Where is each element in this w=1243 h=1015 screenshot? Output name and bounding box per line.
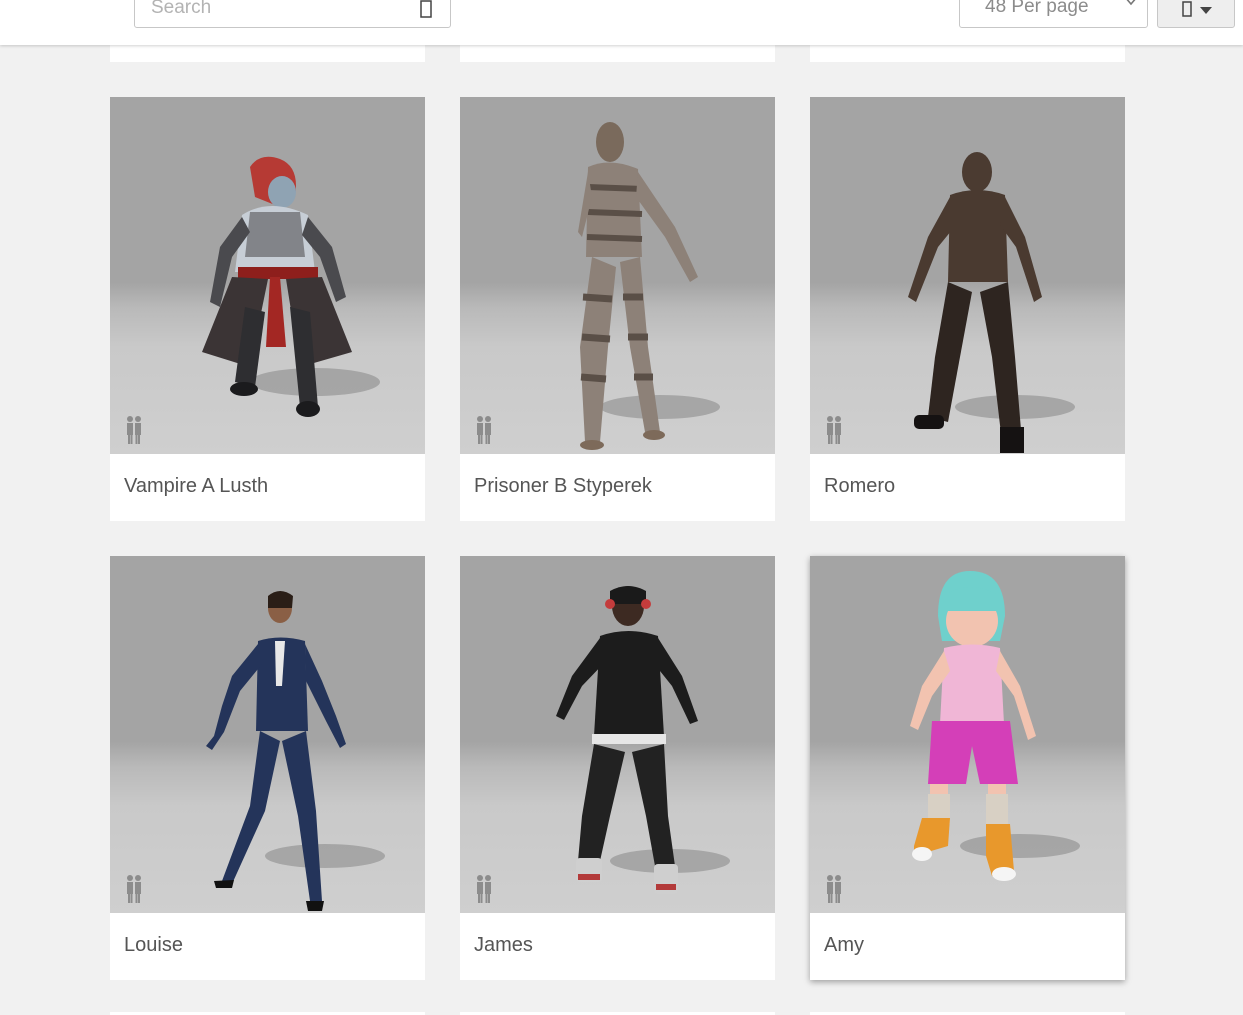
character-model-image [202,156,380,417]
character-card[interactable]: James [460,556,775,980]
top-toolbar: 48 Per page [0,0,1243,45]
search-icon[interactable] [420,0,432,19]
character-card[interactable]: Louise [110,556,425,980]
character-card[interactable]: Vampire A Lusth [110,97,425,521]
character-thumbnail[interactable] [810,97,1125,454]
unisex-figure-icon [477,875,491,903]
grid-view-icon [1182,1,1192,17]
character-thumbnail[interactable] [110,556,425,913]
search-input[interactable] [135,0,411,27]
character-card[interactable]: Prisoner B Styperek [460,97,775,521]
per-page-label: 48 Per page [985,0,1089,17]
character-name[interactable]: Prisoner B Styperek [474,475,652,498]
character-model-image [910,571,1080,881]
unisex-figure-icon [127,416,141,444]
per-page-select[interactable]: 48 Per page [959,0,1148,28]
character-model-image [908,152,1075,453]
character-model-image [578,122,720,450]
character-thumbnail[interactable] [810,556,1125,913]
character-card[interactable]: Amy [810,556,1125,980]
view-mode-button[interactable] [1157,0,1235,28]
character-name[interactable]: James [474,934,533,957]
character-name[interactable]: Vampire A Lusth [124,475,268,498]
character-model-image [556,586,730,894]
unisex-figure-icon [127,875,141,903]
unisex-figure-icon [827,416,841,444]
character-name[interactable]: Romero [824,475,895,498]
search-box[interactable] [134,0,451,28]
character-thumbnail[interactable] [460,97,775,454]
character-thumbnail[interactable] [460,556,775,913]
character-name[interactable]: Amy [824,934,864,957]
caret-down-icon [1200,7,1212,14]
character-model-image [206,591,385,911]
unisex-figure-icon [827,875,841,903]
chevron-down-icon [1126,0,1136,6]
unisex-figure-icon [477,416,491,444]
character-thumbnail[interactable] [110,97,425,454]
character-name[interactable]: Louise [124,934,183,957]
character-card[interactable]: Romero [810,97,1125,521]
